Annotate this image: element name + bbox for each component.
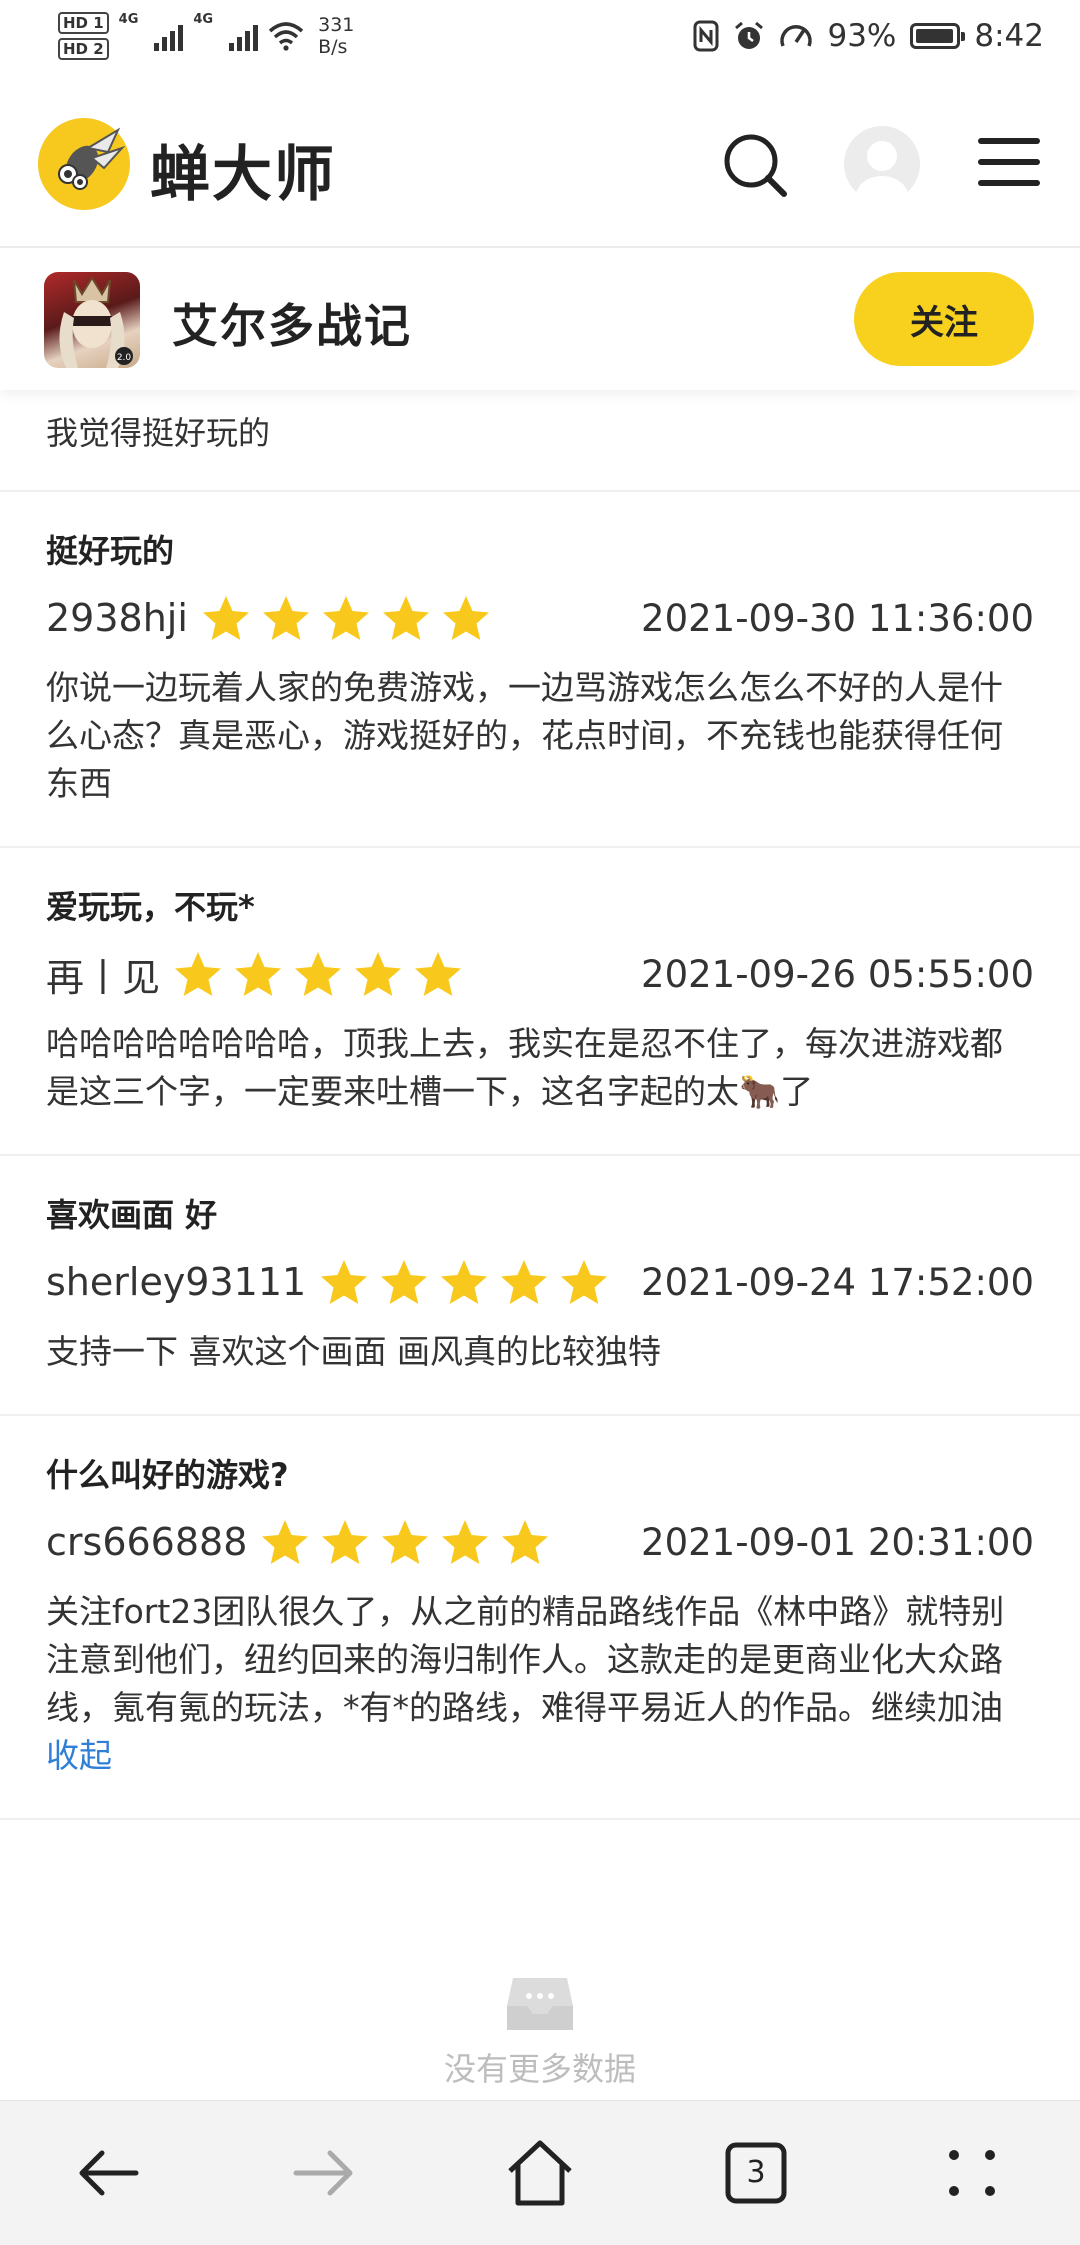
review-body: 你说一边玩着人家的免费游戏，一边骂游戏怎么怎么不好的人是什么心态？真是恶心，游戏… <box>46 668 1003 803</box>
previous-review-tail: 我觉得挺好玩的 <box>0 390 1080 492</box>
browser-nav-bar: 3 <box>0 2100 1080 2245</box>
follow-button[interactable]: 关注 <box>854 272 1034 366</box>
review-date: 2021-09-01 20:31:00 <box>641 1520 1034 1564</box>
review-username[interactable]: crs666888 <box>46 1520 247 1564</box>
star-icon <box>355 952 402 996</box>
star-icon <box>441 1260 488 1304</box>
star-icon <box>501 1260 548 1304</box>
user-placeholder-icon <box>856 141 908 202</box>
review-title: 什么叫好的游戏? <box>46 1456 289 1494</box>
search-icon[interactable] <box>720 130 790 200</box>
wifi-icon <box>268 22 304 51</box>
more-icon[interactable] <box>936 2137 1008 2209</box>
tabs-button[interactable]: 3 <box>720 2137 792 2209</box>
review-card: 挺好玩的 2938hji 2021-09-30 11:36:00 你说一边玩着人… <box>0 492 1080 848</box>
forward-arrow-icon[interactable] <box>288 2137 360 2209</box>
star-icon <box>502 1520 549 1564</box>
review-meta: crs666888 2021-09-01 20:31:00 <box>46 1514 1034 1570</box>
review-date: 2021-09-24 17:52:00 <box>641 1260 1034 1304</box>
star-icon <box>382 596 429 640</box>
review-card: 喜欢画面 好 sherley93111 2021-09-24 17:52:00 … <box>0 1156 1080 1416</box>
star-icon <box>295 952 342 996</box>
status-left: HD 1 HD 2 4G 4G 331 B/s <box>58 12 354 60</box>
network-speed: 331 B/s <box>318 14 354 58</box>
star-icon <box>382 1520 429 1564</box>
speedometer-icon <box>780 25 813 47</box>
star-icon <box>561 1260 608 1304</box>
speed-unit: B/s <box>318 36 348 58</box>
star-icon <box>321 1260 368 1304</box>
star-icon <box>381 1260 428 1304</box>
inbox-icon <box>507 1978 573 2030</box>
review-meta: 再丨见 2021-09-26 05:55:00 <box>46 946 1034 1002</box>
review-meta: sherley93111 2021-09-24 17:52:00 <box>46 1254 1034 1310</box>
star-icon <box>262 596 309 640</box>
signal-1-icon <box>154 21 184 51</box>
star-icon <box>235 952 282 996</box>
star-icon <box>202 596 249 640</box>
star-rating <box>261 1519 549 1565</box>
review-title: 爱玩玩，不玩* <box>46 888 255 926</box>
star-icon <box>322 596 369 640</box>
review-meta: 2938hji 2021-09-30 11:36:00 <box>46 590 1034 646</box>
cicada-logo-icon <box>58 127 126 190</box>
home-icon[interactable] <box>504 2137 576 2209</box>
review-card: 爱玩玩，不玩* 再丨见 2021-09-26 05:55:00 哈哈哈哈哈哈哈哈… <box>0 848 1080 1156</box>
logo-icon[interactable] <box>38 118 130 210</box>
status-right: 93% 8:42 <box>693 18 1044 54</box>
nfc-icon <box>693 20 719 52</box>
svg-text:2.0: 2.0 <box>117 353 132 363</box>
review-username[interactable]: sherley93111 <box>46 1260 306 1304</box>
review-title: 喜欢画面 好 <box>46 1196 218 1234</box>
empty-state: 没有更多数据 <box>0 1972 1080 2090</box>
menu-icon[interactable] <box>978 136 1040 188</box>
back-arrow-icon[interactable] <box>72 2137 144 2209</box>
empty-text: 没有更多数据 <box>443 2050 636 2088</box>
review-card: 什么叫好的游戏? crs666888 2021-09-01 20:31:00 关… <box>0 1416 1080 1820</box>
game-icon[interactable]: 2.0 <box>44 272 140 368</box>
signal-2-icon <box>229 21 259 51</box>
game-character-icon: 2.0 <box>59 276 133 368</box>
game-name: 艾尔多战记 <box>172 299 412 353</box>
review-date: 2021-09-30 11:36:00 <box>641 596 1034 640</box>
speed-value: 331 <box>318 14 355 36</box>
clock: 8:42 <box>974 18 1044 54</box>
tab-count: 3 <box>746 2155 766 2190</box>
review-body: 哈哈哈哈哈哈哈哈，顶我上去，我实在是忍不住了，每次进游戏都是这三个字，一定要来吐… <box>46 1024 1003 1111</box>
avatar[interactable] <box>844 126 920 202</box>
collapse-link[interactable]: 收起 <box>46 1732 1034 1780</box>
battery-percent: 93% <box>827 18 897 54</box>
star-rating <box>320 1259 608 1305</box>
review-username[interactable]: 再丨见 <box>46 947 160 1002</box>
sim-indicators: HD 1 HD 2 <box>58 12 109 60</box>
star-icon <box>442 1520 489 1564</box>
review-title: 挺好玩的 <box>46 532 175 570</box>
star-rating <box>202 595 490 641</box>
star-icon <box>322 1520 369 1564</box>
review-username[interactable]: 2938hji <box>46 596 188 640</box>
review-body: 关注fort23团队很久了，从之前的精品路线作品《林中路》就特别注意到他们，纽约… <box>46 1592 1005 1727</box>
battery-icon <box>910 23 966 49</box>
alarm-icon <box>735 21 764 49</box>
app-header: 蝉大师 <box>0 80 1080 248</box>
star-rating <box>174 951 462 997</box>
star-icon <box>175 952 222 996</box>
star-icon <box>442 596 489 640</box>
review-date: 2021-09-26 05:55:00 <box>641 952 1034 996</box>
network-type-1: 4G <box>118 12 139 27</box>
review-body: 支持一下 喜欢这个画面 画风真的比较独特 <box>46 1332 661 1371</box>
brand-title[interactable]: 蝉大师 <box>150 126 336 213</box>
star-icon <box>415 952 462 996</box>
review-list: 我觉得挺好玩的 挺好玩的 2938hji 2021-09-30 11:36:00… <box>0 390 1080 1820</box>
sim1-badge: HD 1 <box>58 12 109 34</box>
network-type-2: 4G <box>193 12 214 27</box>
star-icon <box>262 1520 309 1564</box>
sim2-badge: HD 2 <box>58 38 109 60</box>
game-header: 2.0 艾尔多战记 关注 <box>0 248 1080 390</box>
status-bar: HD 1 HD 2 4G 4G 331 B/s 93% 8:42 <box>0 0 1080 80</box>
